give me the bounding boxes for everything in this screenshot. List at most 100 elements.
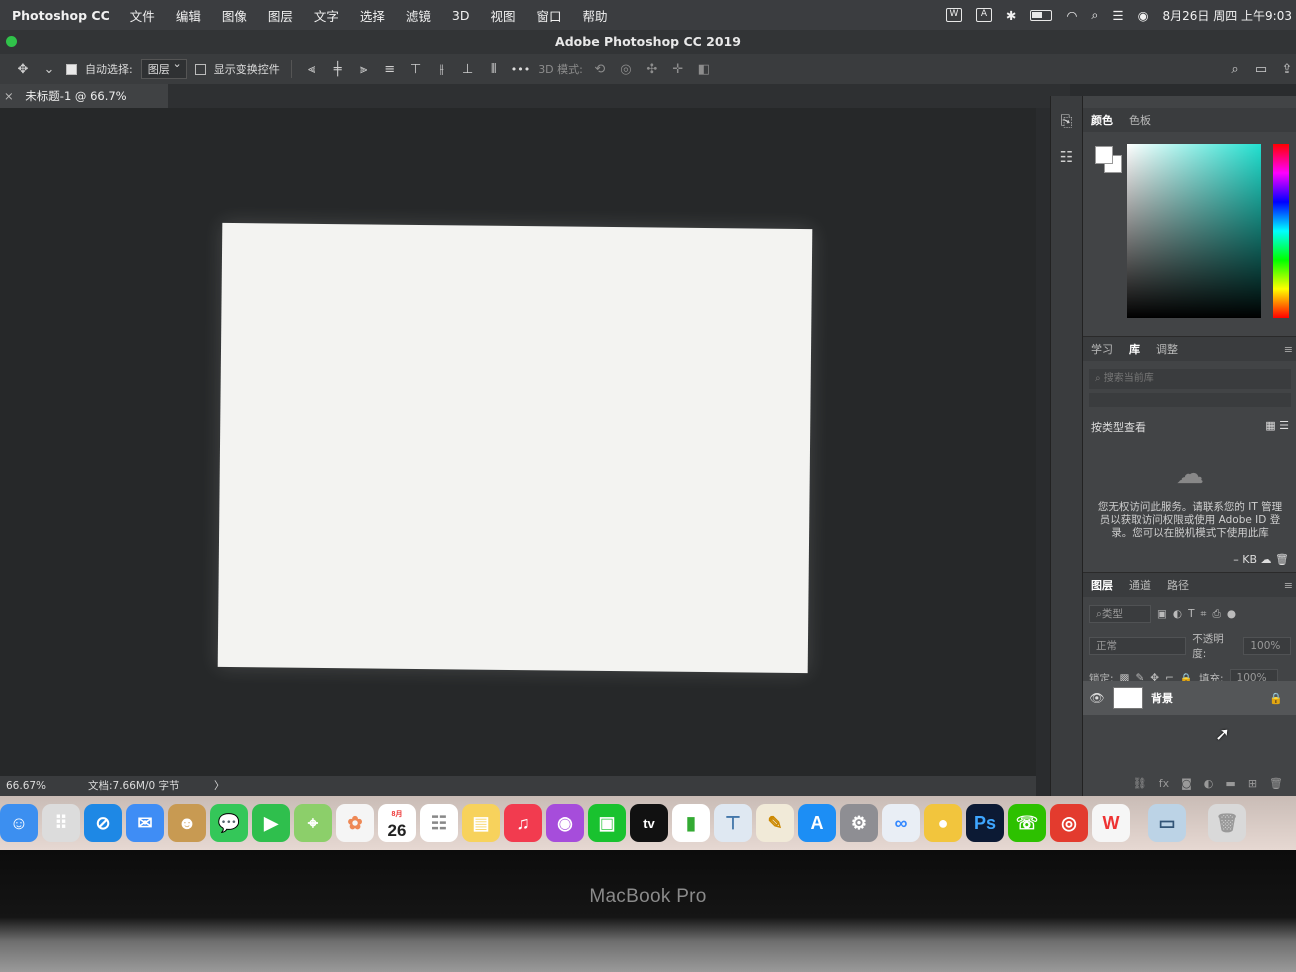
pages-icon[interactable]: ✎ bbox=[756, 804, 794, 842]
search-icon[interactable]: ⌕ bbox=[1091, 7, 1098, 23]
filter-shape-icon[interactable]: ⌗ bbox=[1201, 608, 1207, 621]
menu-image[interactable]: 图像 bbox=[222, 6, 247, 25]
notes-icon[interactable]: ▤ bbox=[462, 804, 500, 842]
menu-3d[interactable]: 3D bbox=[452, 8, 470, 23]
align-center-icon[interactable]: ╪ bbox=[329, 61, 347, 77]
filter-pixel-icon[interactable]: ▣ bbox=[1157, 608, 1167, 620]
auto-select-target-dropdown[interactable]: 图层 bbox=[140, 57, 187, 79]
facetime-icon[interactable]: ▶ bbox=[252, 804, 290, 842]
show-transform-checkbox[interactable] bbox=[194, 63, 206, 75]
filter-toggle-icon[interactable]: ● bbox=[1227, 608, 1236, 620]
wechat-icon[interactable]: ☏ bbox=[1008, 804, 1046, 842]
panel-menu-icon[interactable]: ≡ bbox=[1284, 579, 1293, 592]
window-zoom-button[interactable] bbox=[6, 36, 17, 47]
close-icon[interactable]: × bbox=[4, 89, 14, 103]
history-icon[interactable]: ⎘ bbox=[1056, 110, 1078, 132]
clock[interactable]: 8月26日 周四 上午9:03 bbox=[1163, 7, 1292, 24]
search-icon[interactable]: ⌕ bbox=[1226, 61, 1244, 77]
distribute-vertical-icon[interactable]: ⦀ bbox=[485, 61, 503, 77]
3d-pan-icon[interactable]: ✣ bbox=[643, 61, 661, 77]
opacity-field[interactable]: 100% bbox=[1243, 637, 1291, 655]
distribute-icon[interactable]: ≡ bbox=[381, 61, 399, 77]
safari-icon[interactable]: ⊘ bbox=[84, 804, 122, 842]
podcasts-icon[interactable]: ◉ bbox=[546, 804, 584, 842]
auto-select-checkbox[interactable] bbox=[66, 63, 77, 75]
tab-paths[interactable]: 路径 bbox=[1167, 577, 1189, 593]
grid-list-view-icon[interactable]: ▦ ☰ bbox=[1265, 419, 1289, 435]
tab-swatches[interactable]: 色板 bbox=[1129, 112, 1151, 128]
canvas-area[interactable] bbox=[0, 108, 1036, 776]
apple-tv-icon[interactable]: tv bbox=[630, 804, 668, 842]
menu-filter[interactable]: 滤镜 bbox=[406, 6, 431, 25]
menu-edit[interactable]: 编辑 bbox=[176, 6, 201, 25]
system-preferences-icon[interactable]: ⚙ bbox=[840, 804, 878, 842]
fx-icon[interactable]: fx bbox=[1159, 777, 1169, 790]
color-field[interactable] bbox=[1127, 144, 1261, 318]
battery-icon[interactable] bbox=[1030, 9, 1053, 21]
trash-icon[interactable]: 🗑 bbox=[1208, 804, 1246, 842]
photoshop-icon[interactable]: Ps bbox=[966, 804, 1004, 842]
filter-type-icon[interactable]: T bbox=[1188, 608, 1194, 620]
align-left-icon[interactable]: ⫷ bbox=[303, 61, 321, 77]
3d-roll-icon[interactable]: ◎ bbox=[617, 61, 635, 77]
layer-name[interactable]: 背景 bbox=[1151, 690, 1173, 706]
3d-slide-icon[interactable]: ✛ bbox=[669, 61, 687, 77]
layer-filter-dropdown[interactable]: ⌕类型 bbox=[1089, 605, 1151, 623]
menu-type[interactable]: 文字 bbox=[314, 6, 339, 25]
numbers-icon[interactable]: ▮ bbox=[672, 804, 710, 842]
tab-channels[interactable]: 通道 bbox=[1129, 577, 1151, 593]
tab-library[interactable]: 库 bbox=[1129, 341, 1140, 357]
align-middle-icon[interactable]: ⫲ bbox=[433, 61, 451, 77]
eye-icon[interactable]: 👁 bbox=[1087, 691, 1107, 705]
calendar-icon[interactable]: 8月 26 bbox=[378, 804, 416, 842]
mask-icon[interactable]: ◙ bbox=[1181, 777, 1192, 790]
messages-icon[interactable]: 💬 bbox=[210, 804, 248, 842]
maps-icon[interactable]: ⌖ bbox=[294, 804, 332, 842]
keynote-icon[interactable]: ⊤ bbox=[714, 804, 752, 842]
workspace-icon[interactable]: ▭ bbox=[1252, 61, 1270, 77]
filter-adjustment-icon[interactable]: ◐ bbox=[1173, 608, 1182, 620]
chevron-down-icon[interactable]: ⌄ bbox=[40, 61, 58, 77]
launchpad-icon[interactable]: ⠿ bbox=[42, 804, 80, 842]
align-bottom-icon[interactable]: ⊥ bbox=[459, 61, 477, 77]
align-top-icon[interactable]: ⊤ bbox=[407, 61, 425, 77]
wifi-icon[interactable]: ◠ bbox=[1066, 8, 1077, 23]
status-menu-arrow[interactable]: 〉 bbox=[214, 776, 225, 796]
photos-icon[interactable]: ✿ bbox=[336, 804, 374, 842]
bluetooth-icon[interactable]: ✱ bbox=[1006, 8, 1016, 23]
colorful-app-icon[interactable]: ● bbox=[924, 804, 962, 842]
menu-layer[interactable]: 图层 bbox=[268, 6, 293, 25]
tab-layers[interactable]: 图层 bbox=[1091, 577, 1113, 593]
library-search-input[interactable]: ⌕ 搜索当前库 bbox=[1089, 369, 1291, 389]
panel-menu-icon[interactable]: ≡ bbox=[1284, 343, 1293, 356]
baidu-netdisk-icon[interactable]: ∞ bbox=[882, 804, 920, 842]
3d-scale-icon[interactable]: ◧ bbox=[695, 61, 713, 77]
wps-icon[interactable]: W bbox=[945, 8, 962, 22]
mail-icon[interactable]: ✉ bbox=[126, 804, 164, 842]
link-icon[interactable]: ⛓ bbox=[1133, 777, 1147, 790]
menu-select[interactable]: 选择 bbox=[360, 6, 385, 25]
library-select[interactable] bbox=[1089, 393, 1291, 407]
align-right-icon[interactable]: ⫸ bbox=[355, 61, 373, 77]
input-method-icon[interactable]: A bbox=[975, 8, 992, 22]
tab-color[interactable]: 颜色 bbox=[1091, 112, 1113, 128]
finder-icon[interactable]: ☺ bbox=[0, 804, 38, 842]
app-menu[interactable]: Photoshop CC bbox=[12, 8, 110, 23]
reminders-icon[interactable]: ☷ bbox=[420, 804, 458, 842]
siri-icon[interactable]: ◉ bbox=[1138, 8, 1149, 23]
menu-file[interactable]: 文件 bbox=[130, 6, 155, 25]
filter-smart-object-icon[interactable]: ⎙ bbox=[1212, 608, 1220, 621]
preview-icon[interactable]: ▭ bbox=[1148, 804, 1186, 842]
menu-view[interactable]: 视图 bbox=[490, 6, 515, 25]
new-layer-icon[interactable]: ⊞ bbox=[1248, 777, 1257, 790]
menu-help[interactable]: 帮助 bbox=[583, 6, 608, 25]
hue-slider[interactable] bbox=[1273, 144, 1289, 318]
document-tab[interactable]: × 未标题-1 @ 66.7%(RGB/8) bbox=[0, 84, 168, 127]
app-store-icon[interactable]: A bbox=[798, 804, 836, 842]
share-icon[interactable]: ⇪ bbox=[1278, 61, 1296, 77]
more-options-button[interactable]: ••• bbox=[511, 63, 530, 76]
cloud-sync-icon[interactable]: ☁ bbox=[1261, 553, 1272, 566]
iqiyi-icon[interactable]: ▣ bbox=[588, 804, 626, 842]
document-canvas[interactable] bbox=[217, 222, 813, 674]
wps-office-icon[interactable]: W bbox=[1092, 804, 1130, 842]
